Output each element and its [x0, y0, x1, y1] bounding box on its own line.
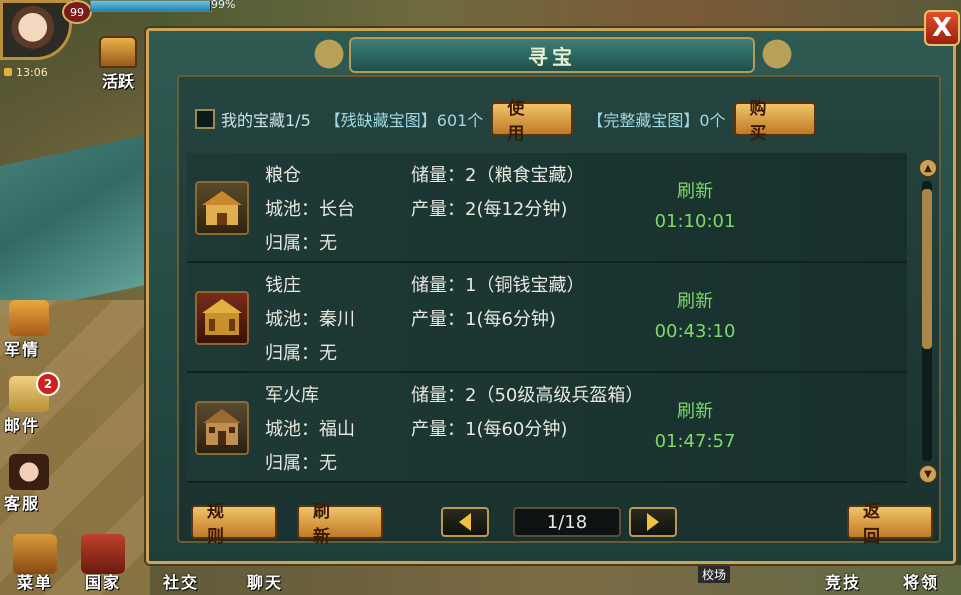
my-treasure-label: 我的宝藏1/5	[221, 111, 311, 130]
map-location-label: 校场	[698, 566, 731, 583]
customer-service-button[interactable]: 客服	[0, 454, 58, 514]
refresh-countdown: 01:10:01	[654, 211, 736, 232]
activity-label: 活跃	[101, 72, 134, 91]
menu-icon	[13, 534, 57, 574]
buy-button[interactable]: 购 买	[733, 99, 816, 144]
clock: 13:06	[4, 66, 48, 79]
arrow-right-icon	[647, 513, 659, 531]
treasure-list: 粮仓 城池：长台 归属：无 储量：2（粮食宝藏） 产量：2(每12分钟) 刷新 …	[187, 153, 907, 483]
exp-text: 99%	[211, 0, 236, 11]
treasure-row[interactable]: 粮仓 城池：长台 归属：无 储量：2（粮食宝藏） 产量：2(每12分钟) 刷新 …	[187, 153, 907, 263]
refresh-countdown: 00:43:10	[654, 321, 736, 342]
treasure-hunt-dialog: 寻宝 我的宝藏1/5 【残缺藏宝图】601个 使 用 【完整藏宝图】0个 购 买…	[146, 28, 956, 564]
prev-page-button[interactable]	[441, 507, 489, 537]
treasure-owner: 归属：无	[265, 343, 337, 364]
treasure-storage: 储量：2（50级高级兵盔箱）	[411, 385, 644, 406]
scroll-down-icon[interactable]: ▼	[919, 465, 937, 483]
treasure-name: 粮仓	[265, 165, 301, 186]
complete-map-count: 【完整藏宝图】0个	[587, 111, 726, 130]
my-treasure-checkbox[interactable]	[195, 109, 215, 129]
exp-bar-fill	[91, 1, 210, 11]
treasure-summary-bar: 我的宝藏1/5 【残缺藏宝图】601个 使 用 【完整藏宝图】0个 购 买	[195, 99, 923, 144]
social-label: 社交	[162, 573, 199, 592]
dialog-footer: 规 则 刷 新 1/18 返 回	[191, 502, 933, 547]
activity-button[interactable]: 活跃	[92, 36, 144, 91]
nation-label: 国家	[84, 573, 121, 592]
use-button[interactable]: 使 用	[491, 99, 574, 144]
mail-button[interactable]: 2 邮件	[0, 372, 60, 436]
scroll-icon	[9, 300, 49, 336]
treasure-output: 产量：1(每60分钟)	[411, 419, 568, 440]
treasure-storage: 储量：2（粮食宝藏）	[411, 165, 585, 186]
treasure-owner: 归属：无	[265, 453, 337, 474]
clock-icon	[4, 68, 12, 76]
palace-icon	[81, 534, 125, 574]
dialog-title-bar: 寻宝	[349, 37, 755, 73]
refresh-label: 刷新	[677, 401, 713, 422]
list-scrollbar[interactable]: ▲ ▼	[919, 159, 937, 483]
next-page-button[interactable]	[629, 507, 677, 537]
treasure-name: 军火库	[265, 385, 319, 406]
mail-label: 邮件	[4, 416, 41, 435]
arena-label: 竞技	[824, 573, 861, 592]
rules-button[interactable]: 规 则	[191, 502, 277, 547]
treasure-city: 城池：福山	[265, 419, 355, 440]
customer-service-label: 客服	[4, 494, 41, 513]
treasure-row[interactable]: 钱庄 城池：秦川 归属：无 储量：1（铜钱宝藏） 产量：1(每6分钟) 刷新 0…	[187, 263, 907, 373]
incomplete-map-count: 【残缺藏宝图】601个	[324, 111, 484, 130]
treasure-owner: 归属：无	[265, 233, 337, 254]
military-intel-label: 军情	[4, 340, 41, 359]
mail-count-badge: 2	[36, 372, 60, 396]
treasure-storage: 储量：1（铜钱宝藏）	[411, 275, 585, 296]
close-dialog-button[interactable]: X	[924, 10, 960, 46]
refresh-countdown: 01:47:57	[654, 431, 736, 452]
map-river	[0, 134, 150, 316]
refresh-label: 刷新	[677, 181, 713, 202]
page-indicator: 1/18	[513, 507, 621, 537]
dialog-title: 寻宝	[528, 44, 576, 69]
treasure-output: 产量：2(每12分钟)	[411, 199, 568, 220]
armory-icon	[195, 401, 249, 455]
bank-icon	[195, 291, 249, 345]
close-icon: X	[931, 13, 953, 43]
military-intel-button[interactable]: 军情	[0, 300, 58, 360]
player-level-badge: 99	[62, 0, 92, 24]
title-ornament-right	[747, 35, 807, 73]
scroll-track[interactable]	[922, 181, 932, 461]
scroll-thumb[interactable]	[922, 189, 932, 349]
refresh-button[interactable]: 刷 新	[297, 502, 383, 547]
service-lady-icon	[9, 454, 49, 490]
nation-button[interactable]: 国家	[68, 530, 138, 595]
clock-time: 13:06	[16, 66, 48, 79]
granary-icon	[195, 181, 249, 235]
generals-label: 将领	[902, 573, 939, 592]
menu-button[interactable]: 菜单	[0, 530, 70, 595]
treasure-row[interactable]: 军火库 城池：福山 归属：无 储量：2（50级高级兵盔箱） 产量：1(每60分钟…	[187, 373, 907, 483]
exp-bar: 99%	[90, 0, 235, 12]
treasure-panel: 我的宝藏1/5 【残缺藏宝图】601个 使 用 【完整藏宝图】0个 购 买 粮仓…	[177, 75, 941, 547]
treasure-name: 钱庄	[265, 275, 301, 296]
menu-label: 菜单	[16, 573, 53, 592]
treasure-city: 城池：秦川	[265, 309, 355, 330]
scroll-up-icon[interactable]: ▲	[919, 159, 937, 177]
arrow-left-icon	[459, 513, 471, 531]
refresh-label: 刷新	[677, 291, 713, 312]
treasure-output: 产量：1(每6分钟)	[411, 309, 556, 330]
treasure-city: 城池：长台	[265, 199, 355, 220]
chat-label: 聊天	[246, 573, 283, 592]
back-button[interactable]: 返 回	[847, 502, 933, 547]
treasure-chest-icon	[99, 36, 137, 68]
